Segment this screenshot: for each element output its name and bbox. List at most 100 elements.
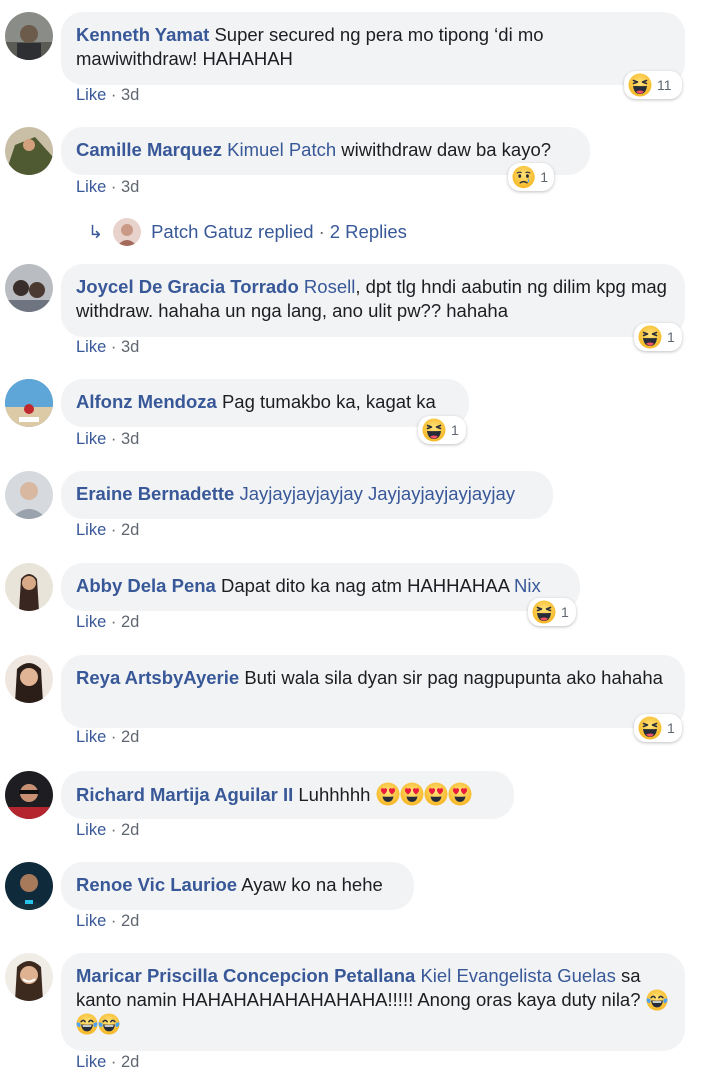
mention-link[interactable]: Kiel Evangelista Guelas <box>420 965 615 986</box>
comment-actions: Like · 2d <box>76 1053 139 1072</box>
avatar[interactable] <box>5 862 53 910</box>
comment-author[interactable]: Eraine Bernadette <box>76 483 234 504</box>
replier-name[interactable]: Patch Gatuz replied <box>151 221 313 243</box>
avatar[interactable] <box>5 471 53 519</box>
avatar[interactable] <box>5 379 53 427</box>
comment-author[interactable]: Joycel De Gracia Torrado <box>76 276 299 297</box>
like-link[interactable]: Like <box>76 178 106 196</box>
like-link[interactable]: Like <box>76 912 106 930</box>
separator: · <box>106 613 121 631</box>
comment-text: Buti wala sila dyan sir pag nagpupunta a… <box>244 667 663 688</box>
like-link[interactable]: Like <box>76 430 106 448</box>
haha-emoji-icon <box>638 325 662 349</box>
comment-timestamp[interactable]: 3d <box>121 338 139 356</box>
reply-arrow-icon: ↳ <box>88 221 104 242</box>
separator: · <box>106 1053 121 1071</box>
comment-bubble: Eraine Bernadette Jayjayjayjayjay Jayjay… <box>61 471 553 519</box>
avatar[interactable] <box>5 264 53 312</box>
reaction-summary[interactable]: 11 <box>624 71 682 99</box>
comment-timestamp[interactable]: 2d <box>121 912 139 930</box>
reaction-summary[interactable]: 1 <box>634 323 682 351</box>
comment-timestamp[interactable]: 2d <box>121 521 139 539</box>
avatar[interactable] <box>5 771 53 819</box>
separator: · <box>106 86 121 104</box>
avatar[interactable] <box>5 12 53 60</box>
avatar[interactable] <box>5 953 53 1001</box>
avatar[interactable] <box>5 127 53 175</box>
reaction-summary[interactable]: 1 <box>418 416 466 444</box>
comment-actions: Like · 3d <box>76 338 139 357</box>
reaction-count: 1 <box>451 422 459 438</box>
heart-eyes-emoji-icon <box>424 782 448 806</box>
heart-eyes-emojis <box>376 784 472 805</box>
like-link[interactable]: Like <box>76 613 106 631</box>
comment-author[interactable]: Maricar Priscilla Concepcion Petallana <box>76 965 415 986</box>
reply-avatar <box>113 218 142 246</box>
reaction-summary[interactable]: 1 <box>528 598 576 626</box>
haha-emoji-icon <box>628 73 652 97</box>
comment-author[interactable]: Camille Marquez <box>76 139 222 160</box>
mention-link[interactable]: Jayjayjayjayjay Jayjayjayjayjayjay <box>239 483 515 504</box>
comment-timestamp[interactable]: 2d <box>121 1053 139 1071</box>
replies-count[interactable]: 2 Replies <box>330 221 407 243</box>
haha-emoji-icon <box>638 716 662 740</box>
comment-actions: Like · 2d <box>76 728 139 747</box>
separator: · <box>106 912 121 930</box>
reaction-summary[interactable]: 1 <box>634 714 682 742</box>
heart-eyes-emoji-icon <box>448 782 472 806</box>
comment-timestamp[interactable]: 2d <box>121 821 139 839</box>
comment-timestamp[interactable]: 3d <box>121 86 139 104</box>
like-link[interactable]: Like <box>76 821 106 839</box>
reaction-count: 1 <box>667 720 675 736</box>
mention-link[interactable]: Nix <box>514 575 541 596</box>
tears-of-joy-emoji-icon <box>76 1013 98 1035</box>
like-link[interactable]: Like <box>76 728 106 746</box>
comment-text: Luhhhhh <box>298 784 371 805</box>
comment-bubble: Renoe Vic Laurioe Ayaw ko na hehe <box>61 862 414 910</box>
view-replies-link[interactable]: ↳ Patch Gatuz replied · 2 Replies <box>88 218 407 246</box>
comment-text: Dapat dito ka nag atm HAHHAHAA <box>220 575 509 596</box>
comment-timestamp[interactable]: 3d <box>121 178 139 196</box>
comment-actions: Like · 3d <box>76 430 139 449</box>
like-link[interactable]: Like <box>76 86 106 104</box>
reaction-count: 1 <box>540 169 548 185</box>
avatar[interactable] <box>5 655 53 703</box>
comment-author[interactable]: Kenneth Yamat <box>76 24 209 45</box>
like-link[interactable]: Like <box>76 338 106 356</box>
comment-author[interactable]: Reya ArtsbyAyerie <box>76 667 239 688</box>
comment-author[interactable]: Alfonz Mendoza <box>76 391 217 412</box>
comment-timestamp[interactable]: 2d <box>121 728 139 746</box>
sad-emoji-icon <box>512 165 535 189</box>
tears-of-joy-emoji-icon <box>98 1013 120 1035</box>
like-link[interactable]: Like <box>76 521 106 539</box>
comment-text: Ayaw ko na hehe <box>241 874 383 895</box>
comment-author[interactable]: Renoe Vic Laurioe <box>76 874 237 895</box>
comment-bubble: Reya ArtsbyAyerie Buti wala sila dyan si… <box>61 655 685 728</box>
comment-actions: Like · 3d <box>76 86 139 105</box>
reaction-count: 1 <box>667 329 675 345</box>
haha-emoji-icon <box>532 600 556 624</box>
mention-link[interactable]: Rosell <box>304 276 355 297</box>
comment-timestamp[interactable]: 2d <box>121 613 139 631</box>
comment-actions: Like · 2d <box>76 821 139 840</box>
like-link[interactable]: Like <box>76 1053 106 1071</box>
separator: · <box>106 430 121 448</box>
separator: · <box>106 821 121 839</box>
comment-actions: Like · 2d <box>76 912 139 931</box>
comment-bubble: Richard Martija Aguilar II Luhhhhh <box>61 771 514 819</box>
comment-timestamp[interactable]: 3d <box>121 430 139 448</box>
reaction-summary[interactable]: 1 <box>508 163 554 191</box>
avatar[interactable] <box>5 563 53 611</box>
tears-of-joy-emoji-icon <box>646 989 668 1011</box>
comment-author[interactable]: Richard Martija Aguilar II <box>76 784 293 805</box>
mention-link[interactable]: Kimuel Patch <box>227 139 336 160</box>
comment-bubble: Joycel De Gracia Torrado Rosell, dpt tlg… <box>61 264 685 337</box>
separator: · <box>106 338 121 356</box>
separator: · <box>106 521 121 539</box>
comment-bubble: Alfonz Mendoza Pag tumakbo ka, kagat ka <box>61 379 469 427</box>
separator: · <box>318 221 325 242</box>
haha-emoji-icon <box>422 418 446 442</box>
comment-author[interactable]: Abby Dela Pena <box>76 575 216 596</box>
comment-actions: Like · 2d <box>76 521 139 540</box>
reaction-count: 1 <box>561 604 569 620</box>
